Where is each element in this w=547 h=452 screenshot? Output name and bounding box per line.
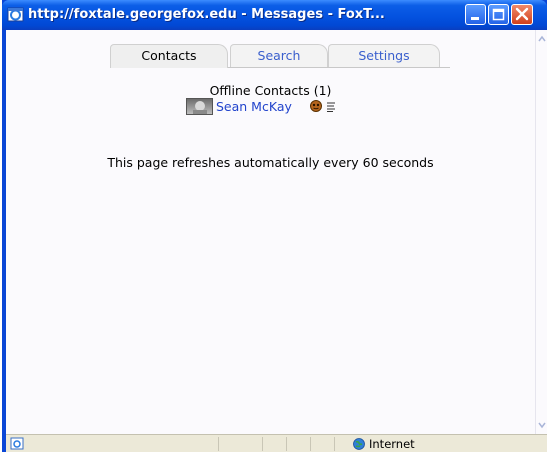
status-divider bbox=[334, 437, 335, 451]
status-divider bbox=[262, 437, 263, 451]
refresh-notice-text: This page refreshes automatically every … bbox=[107, 155, 434, 170]
note-icon[interactable] bbox=[326, 101, 336, 112]
ie-icon bbox=[7, 7, 24, 22]
globe-icon bbox=[353, 438, 365, 450]
status-divider bbox=[310, 437, 311, 451]
status-divider bbox=[286, 437, 287, 451]
scroll-down-icon[interactable] bbox=[537, 419, 547, 431]
close-icon bbox=[515, 7, 529, 21]
window-title: http://foxtale.georgefox.edu - Messages … bbox=[28, 7, 385, 22]
status-divider bbox=[218, 437, 219, 451]
close-button[interactable] bbox=[511, 4, 533, 25]
offline-status-icon bbox=[310, 100, 322, 112]
tab-search[interactable]: Search bbox=[230, 44, 328, 68]
security-zone-label: Internet bbox=[369, 437, 415, 451]
ie-page-icon bbox=[10, 437, 24, 450]
tab-settings[interactable]: Settings bbox=[328, 44, 440, 68]
tab-bar: Contacts Search Settings bbox=[110, 44, 450, 68]
offline-contacts-heading: Offline Contacts (1) bbox=[209, 83, 332, 98]
status-bar: Internet bbox=[6, 434, 547, 452]
avatar-photo bbox=[193, 101, 207, 114]
minimize-icon bbox=[471, 17, 479, 20]
vertical-scrollbar[interactable] bbox=[535, 30, 547, 434]
contact-name-link[interactable]: Sean McKay bbox=[216, 99, 292, 114]
avatar bbox=[186, 98, 213, 115]
maximize-button[interactable] bbox=[488, 4, 509, 25]
refresh-notice: This page refreshes automatically every … bbox=[6, 155, 535, 170]
title-bar[interactable]: http://foxtale.georgefox.edu - Messages … bbox=[2, 0, 547, 30]
browser-window: http://foxtale.georgefox.edu - Messages … bbox=[2, 0, 547, 452]
maximize-icon bbox=[492, 8, 505, 21]
minimize-button[interactable] bbox=[465, 4, 486, 25]
page-content: Contacts Search Settings Offline Contact… bbox=[6, 30, 535, 434]
tab-contacts[interactable]: Contacts bbox=[110, 44, 228, 68]
scroll-up-icon[interactable] bbox=[537, 33, 547, 45]
